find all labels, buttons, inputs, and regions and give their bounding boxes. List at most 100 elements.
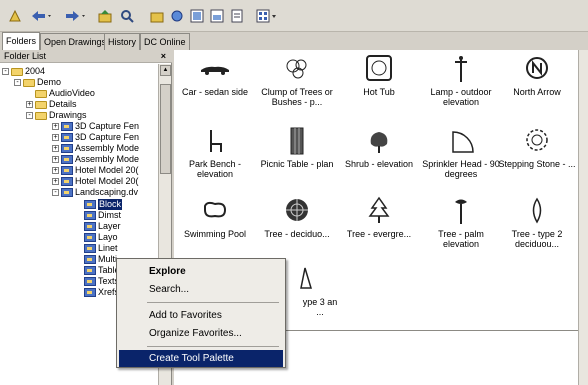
tree-item[interactable]: + Assembly Mode [52,154,139,165]
tree-item[interactable]: Texts [84,276,119,287]
block-item[interactable]: Picnic Table - plan [256,126,338,169]
block-item[interactable]: Car - sedan side [174,54,256,97]
block-item[interactable]: Shrub - elevation [338,126,420,169]
drawing-icon [61,188,73,197]
favorites-icon[interactable] [6,7,24,25]
tab-history[interactable]: History [104,33,141,50]
tree-item[interactable]: Table [84,265,120,276]
block-item[interactable]: Park Bench - elevation [174,126,256,179]
folder-icon [35,100,47,109]
tree-item[interactable]: Xrefs [84,287,119,298]
drawing-icon [61,144,73,153]
block-item[interactable]: Tree - evergre... [338,196,420,239]
preview-icon[interactable] [208,7,226,25]
block-item[interactable]: Hot Tub [338,54,420,97]
block-item[interactable]: North Arrow [496,54,578,97]
block-item[interactable]: Tree - palm elevation [420,196,502,249]
tree-item[interactable]: +3D Capture Fen [52,121,139,132]
tree-toggle-icon[interactable] [188,7,206,25]
tab-folders[interactable]: Folders [2,32,41,50]
tree-item[interactable]: - Drawings [26,110,87,121]
menu-separator [147,346,279,347]
tree-item[interactable]: Linet [84,243,118,254]
expand-icon[interactable]: + [52,178,59,185]
collapse-icon[interactable]: - [52,189,59,196]
tree-item[interactable]: Dimst [84,210,121,221]
back-icon[interactable] [28,7,54,25]
scroll-up-icon[interactable]: ▲ [160,65,171,76]
collapse-icon[interactable]: - [26,112,33,119]
expand-icon[interactable]: + [52,123,59,130]
tree-item[interactable]: - Landscaping.dv [52,187,138,198]
folder-icon [23,78,35,87]
tree-item[interactable]: +3D Capture Fen [52,132,139,143]
palm-icon [455,199,467,224]
folder-icon [35,89,47,98]
expand-icon[interactable]: + [52,134,59,141]
menu-item-organize-favorites[interactable]: Organize Favorites... [119,325,283,342]
tree-item[interactable]: AudioVideo [35,88,95,99]
shrub-icon [370,132,388,153]
drawing-icon [61,166,73,175]
hot-tub-icon [366,55,392,81]
tab-bar: Folders Open Drawings History DC Online [0,32,588,50]
collapse-icon[interactable]: - [2,68,9,75]
block-item[interactable]: Stepping Stone - ... [496,126,578,169]
table-icon [84,266,96,275]
tree-item[interactable]: Layo [84,232,118,243]
drawing-icon [61,155,73,164]
tree-item[interactable]: - Demo [14,77,61,88]
xref-icon [84,288,96,297]
block-item[interactable]: Lamp - outdoor elevation [420,54,502,107]
tree-item[interactable]: + Assembly Mode [52,143,139,154]
folder-icon [35,111,47,120]
close-icon[interactable]: × [161,50,166,62]
tree-deciduous-icon [286,199,308,221]
views-icon[interactable] [254,7,280,25]
menu-separator [147,302,279,303]
menu-item-search[interactable]: Search... [119,281,283,298]
pool-icon [204,201,227,218]
expand-icon[interactable]: + [52,145,59,152]
menu-item-explore[interactable]: Explore [119,263,283,280]
description-icon[interactable] [228,7,246,25]
north-arrow-icon [526,57,548,79]
block-item[interactable]: Clump of Trees or Bushes - p... [256,54,338,107]
scroll-thumb[interactable] [160,84,171,174]
car-icon [201,66,229,75]
panel-title: Folder List [4,51,47,61]
block-item[interactable]: Tree - type 2 deciduou... [496,196,578,249]
tree-item[interactable]: + Hotel Model 20( [52,165,139,176]
tab-open-drawings[interactable]: Open Drawings [40,33,111,50]
up-icon[interactable] [96,7,114,25]
content-scrollbar[interactable] [578,50,588,385]
load-icon[interactable] [168,7,186,25]
expand-icon[interactable]: + [52,156,59,163]
tree-item[interactable]: -2004 [2,66,45,77]
tree-item[interactable]: Layer [84,221,121,232]
menu-item-add-favorites[interactable]: Add to Favorites [119,307,283,324]
block-item[interactable]: Tree - deciduo... [256,196,338,239]
folder-icon [11,67,23,76]
block-item[interactable]: Swimming Pool [174,196,256,239]
forward-icon[interactable] [62,7,88,25]
tab-dc-online[interactable]: DC Online [140,33,190,50]
folder-icon[interactable] [148,7,166,25]
search-icon[interactable] [118,7,136,25]
expand-icon[interactable]: + [26,101,33,108]
expand-icon[interactable]: + [52,167,59,174]
menu-item-create-tool-palette[interactable]: Create Tool Palette [119,350,283,367]
sprinkler-icon [452,131,474,153]
tree-item[interactable]: + Hotel Model 20( [52,176,139,187]
block-item[interactable]: Sprinkler Head - 90 degrees [420,126,502,179]
toolbar [0,0,588,32]
stepping-stone-icon [526,129,548,151]
tree-item[interactable]: + Details [26,99,77,110]
picnic-table-icon [290,127,304,155]
tree-evergreen-icon [368,196,390,223]
tree-item[interactable]: Multi [84,254,117,265]
drawing-icon [61,177,73,186]
bench-icon [210,130,222,152]
tree-item-selected[interactable]: Block [84,199,123,210]
collapse-icon[interactable]: - [14,79,21,86]
